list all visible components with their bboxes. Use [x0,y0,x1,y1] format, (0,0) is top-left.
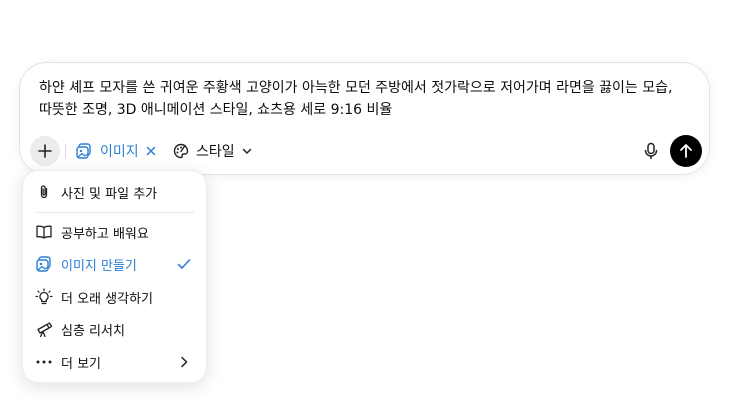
menu-item-study[interactable]: 공부하고 배워요 [35,218,195,246]
image-chip[interactable]: 이미지 [75,138,156,164]
menu-divider [37,212,194,213]
chevron-down-icon [241,145,253,157]
menu-item-label: 더 오래 생각하기 [61,291,153,307]
image-chip-label: 이미지 [100,144,139,160]
tools-menu: 사진 및 파일 추가 공부하고 배워요 이미지 만들기 더 오래 생각하기 심층… [22,170,207,383]
menu-item-create-image[interactable]: 이미지 만들기 [35,250,195,278]
paperclip-icon [35,183,53,201]
prompt-input[interactable]: 하얀 셰프 모자를 쓴 귀여운 주황색 고양이가 아늑한 모던 주방에서 젓가락… [39,77,691,121]
menu-item-deep-research[interactable]: 심층 리서치 [35,315,195,343]
plus-icon [37,143,53,159]
send-button[interactable] [670,135,702,167]
telescope-icon [35,320,53,338]
voice-input-button[interactable] [639,139,663,163]
menu-item-label: 사진 및 파일 추가 [61,186,158,202]
check-icon [175,255,193,273]
menu-item-more[interactable]: 더 보기 [35,348,195,376]
style-chip-label: 스타일 [196,144,235,160]
menu-item-label: 이미지 만들기 [61,258,137,274]
style-chip[interactable]: 스타일 [172,138,253,164]
add-button[interactable] [30,136,60,166]
prompt-composer: 하얀 셰프 모자를 쓴 귀여운 주황색 고양이가 아늑한 모던 주방에서 젓가락… [19,62,710,175]
lightbulb-icon [35,288,53,306]
microphone-icon [643,142,659,160]
composer-toolbar: 이미지 스타일 [20,135,709,167]
menu-item-think-longer[interactable]: 더 오래 생각하기 [35,283,195,311]
menu-item-label: 심층 리서치 [61,323,125,339]
more-icon [35,353,53,371]
menu-item-add-files[interactable]: 사진 및 파일 추가 [35,178,195,206]
chevron-right-icon [175,353,193,371]
arrow-up-icon [679,143,693,159]
menu-item-label: 공부하고 배워요 [61,226,149,242]
menu-item-label: 더 보기 [61,356,102,372]
book-icon [35,223,53,241]
close-icon[interactable] [146,146,156,156]
image-icon [35,255,53,273]
image-icon [75,142,93,160]
toolbar-divider [65,144,66,159]
palette-icon [172,142,190,160]
